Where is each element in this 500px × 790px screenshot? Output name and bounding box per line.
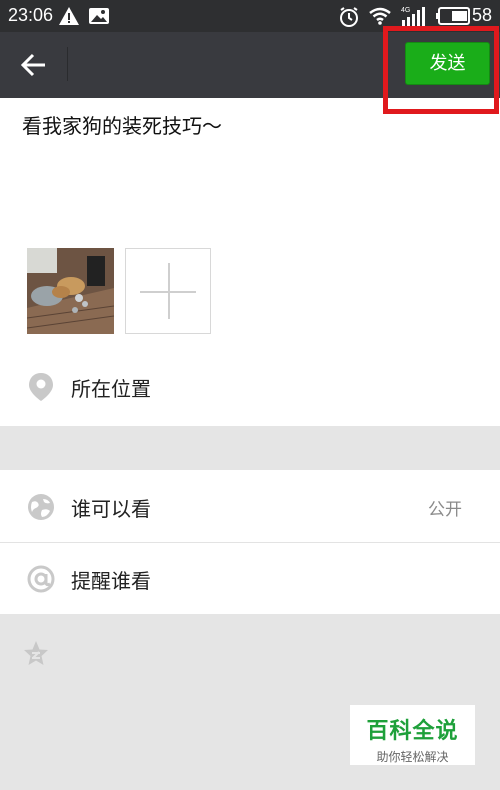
visibility-row[interactable]: 谁可以看 公开 bbox=[0, 470, 500, 542]
globe-icon bbox=[28, 494, 54, 520]
location-pin-icon bbox=[29, 373, 53, 401]
visibility-label: 谁可以看 bbox=[71, 497, 151, 521]
back-button[interactable] bbox=[14, 48, 54, 82]
location-label: 所在位置 bbox=[71, 377, 151, 401]
post-text-input[interactable]: 看我家狗的装死技巧～ bbox=[22, 110, 222, 139]
mention-label: 提醒谁看 bbox=[71, 569, 151, 593]
watermark-subtitle: 助你轻松解决 bbox=[376, 750, 449, 764]
star-button[interactable] bbox=[22, 639, 50, 667]
star-icon bbox=[24, 641, 48, 665]
image-notification-icon bbox=[89, 8, 109, 24]
warning-icon bbox=[59, 7, 79, 25]
arrow-left-icon bbox=[20, 53, 45, 77]
watermark: 百科全说 助你轻松解决 bbox=[350, 705, 475, 765]
status-time: 23:06 bbox=[8, 5, 54, 25]
status-bar: 23:06 4G 58 bbox=[0, 0, 500, 32]
mention-row[interactable]: 提醒谁看 bbox=[0, 542, 500, 614]
add-photo-button[interactable] bbox=[125, 248, 211, 334]
toolbar-divider bbox=[67, 47, 68, 81]
alarm-icon bbox=[340, 7, 358, 27]
send-button[interactable]: 发送 bbox=[405, 42, 490, 85]
battery-icon bbox=[436, 7, 470, 25]
signal-icon: 4G bbox=[401, 7, 425, 26]
compose-area: 看我家狗的装死技巧～ 所在位置 bbox=[0, 98, 500, 426]
at-sign-icon bbox=[27, 565, 55, 593]
settings-group: 谁可以看 公开 提醒谁看 bbox=[0, 470, 500, 614]
wifi-icon bbox=[369, 7, 391, 25]
action-bar: 发送 bbox=[0, 32, 500, 98]
visibility-value: 公开 bbox=[428, 500, 462, 520]
photo-thumbnail[interactable] bbox=[27, 248, 114, 334]
watermark-title: 百科全说 bbox=[366, 719, 459, 744]
photo-dog-image bbox=[27, 248, 114, 334]
location-row[interactable]: 所在位置 bbox=[0, 358, 500, 418]
battery-level: 58 bbox=[472, 5, 493, 25]
svg-text:4G: 4G bbox=[401, 7, 410, 14]
